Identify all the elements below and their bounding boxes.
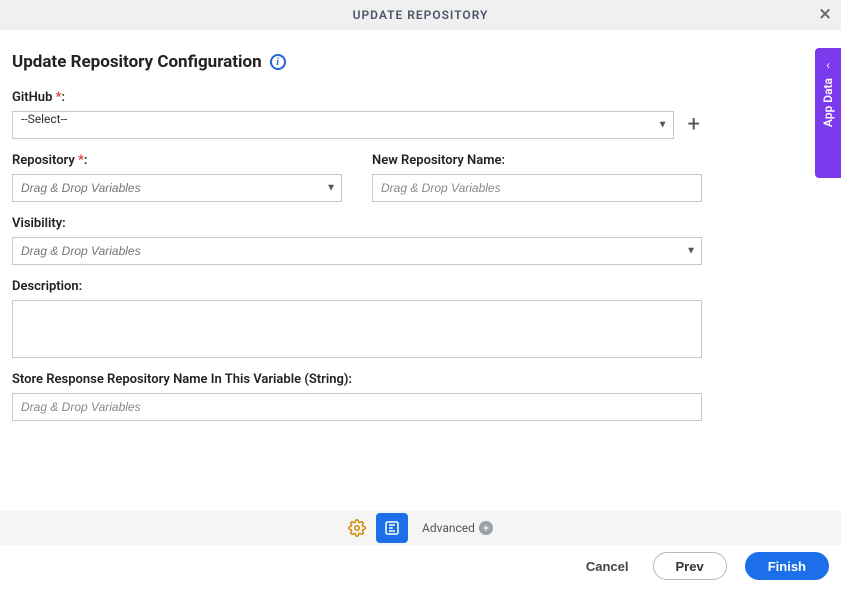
gear-icon[interactable] xyxy=(348,519,366,537)
page-heading-row: Update Repository Configuration i xyxy=(12,52,829,72)
footer-toolbar: Advanced + xyxy=(0,511,841,545)
footer-actions: Cancel Prev Finish xyxy=(580,550,829,582)
repository-field: Repository *: ▼ xyxy=(12,153,342,202)
main-content: Update Repository Configuration i GitHub… xyxy=(0,30,841,421)
plus-circle-icon: + xyxy=(479,521,493,535)
required-asterisk: * xyxy=(56,90,62,105)
visibility-label: Visibility: xyxy=(12,216,702,231)
github-field: GitHub *: --Select-- ▼ + xyxy=(12,90,702,139)
new-repo-name-field: New Repository Name: xyxy=(372,153,702,202)
repo-row: Repository *: ▼ New Repository Name: xyxy=(12,153,702,202)
add-github-icon[interactable]: + xyxy=(686,114,702,136)
store-response-label: Store Response Repository Name In This V… xyxy=(12,372,702,387)
visibility-field: Visibility: ▼ xyxy=(12,216,702,265)
repository-select[interactable] xyxy=(12,174,342,202)
advanced-toggle[interactable]: Advanced + xyxy=(422,521,493,535)
required-asterisk: * xyxy=(78,153,84,168)
github-select[interactable]: --Select-- xyxy=(12,111,674,139)
store-response-input[interactable] xyxy=(12,393,702,421)
new-repo-name-input[interactable] xyxy=(372,174,702,202)
advanced-label-text: Advanced xyxy=(422,521,475,535)
visibility-select[interactable] xyxy=(12,237,702,265)
app-data-label: App Data xyxy=(821,78,835,127)
info-icon[interactable]: i xyxy=(270,54,286,70)
app-data-tab[interactable]: ‹ App Data xyxy=(815,48,841,178)
description-label: Description: xyxy=(12,279,702,294)
close-icon[interactable]: × xyxy=(819,4,831,26)
blueprint-button[interactable] xyxy=(376,513,408,543)
repository-label: Repository *: xyxy=(12,153,342,168)
titlebar-title: UPDATE REPOSITORY xyxy=(353,8,489,22)
finish-button[interactable]: Finish xyxy=(745,552,829,580)
page-heading: Update Repository Configuration xyxy=(12,52,262,72)
description-field: Description: xyxy=(12,279,702,358)
new-repo-name-label: New Repository Name: xyxy=(372,153,702,168)
chevron-left-icon: ‹ xyxy=(826,58,830,72)
store-response-field: Store Response Repository Name In This V… xyxy=(12,372,702,421)
description-textarea[interactable] xyxy=(12,300,702,358)
blueprint-icon xyxy=(383,519,401,537)
cancel-button[interactable]: Cancel xyxy=(580,552,635,580)
titlebar: UPDATE REPOSITORY × xyxy=(0,0,841,30)
prev-button[interactable]: Prev xyxy=(653,552,727,580)
github-label: GitHub *: xyxy=(12,90,702,105)
